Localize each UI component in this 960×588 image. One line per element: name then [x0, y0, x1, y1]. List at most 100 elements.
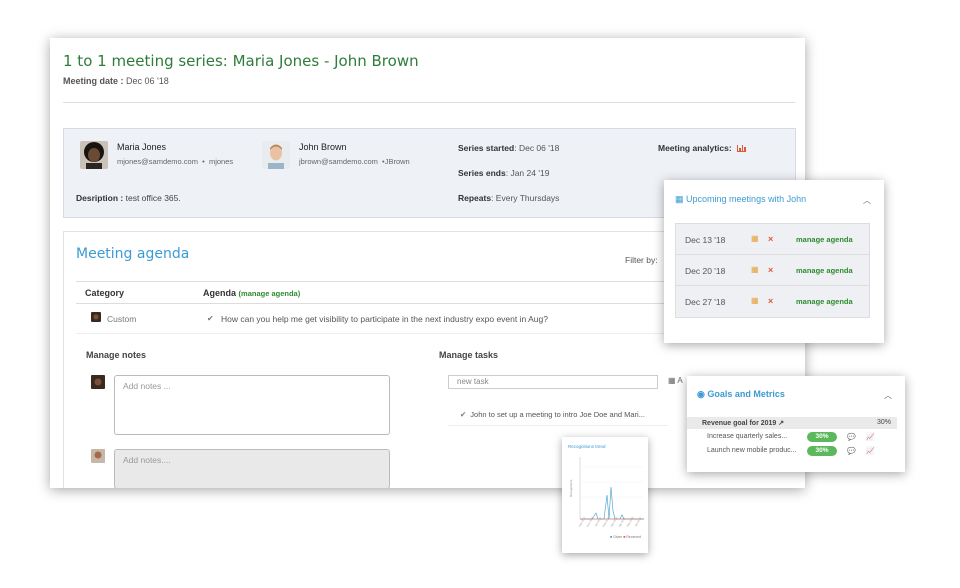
participant-name: John Brown: [299, 142, 347, 152]
table-row: Dec 27 '18 ▦ × manage agenda: [676, 286, 869, 317]
agenda-header-label: Agenda: [203, 288, 237, 298]
divider: [448, 425, 668, 426]
comment-icon[interactable]: 💬: [847, 433, 856, 441]
svg-text:Jan-2018: Jan-2018: [594, 516, 602, 527]
goals-title-text: Goals and Metrics: [707, 389, 785, 399]
new-task-input[interactable]: new task: [448, 375, 658, 389]
calendar-icon: ▦: [675, 194, 684, 204]
meeting-date: Meeting date : Dec 06 '18: [63, 76, 169, 86]
svg-text:Jun-2018: Jun-2018: [634, 516, 642, 527]
avatar: [91, 449, 105, 463]
goal-percent: 30%: [876, 419, 891, 426]
column-header-agenda: Agenda (manage agenda): [203, 288, 300, 298]
series-ends-label: Series ends: [458, 168, 506, 178]
meeting-date: Dec 13 '18: [685, 235, 726, 245]
notes-textarea-disabled: Add notes....: [114, 449, 390, 488]
manage-agenda-link[interactable]: (manage agenda): [239, 289, 301, 298]
task-date-control[interactable]: ▦ A: [668, 376, 683, 385]
series-ends-value: : Jan 24 '19: [505, 168, 550, 178]
calendar-icon[interactable]: ▦: [751, 265, 759, 274]
external-link-icon: ↗: [778, 420, 785, 427]
close-icon[interactable]: ×: [768, 265, 773, 275]
manage-notes-label: Manage notes: [86, 350, 147, 360]
participant-email: mjones@samdemo.com • mjones: [117, 157, 234, 166]
upcoming-meetings-table: Dec 13 '18 ▦ × manage agenda Dec 20 '18 …: [675, 223, 870, 318]
legend-swatch-given: ■: [610, 535, 613, 539]
check-icon[interactable]: ✔: [460, 410, 466, 419]
target-icon: ◉: [697, 389, 705, 399]
agenda-category: Custom: [107, 314, 137, 324]
upcoming-meetings-title: ▦ Upcoming meetings with John: [675, 194, 806, 205]
sub-goal-label: Launch new mobile produc...: [707, 447, 797, 454]
chevron-up-icon[interactable]: ︿: [884, 390, 892, 401]
chart-legend: ■ Given ■ Received: [610, 535, 641, 539]
avatar: [91, 375, 105, 389]
table-row: Dec 13 '18 ▦ × manage agenda: [676, 224, 869, 255]
participant-email: jbrown@samdemo.com •JBrown: [299, 157, 410, 166]
filter-by-label: Filter by:: [625, 255, 658, 265]
list-item: ✔ John to set up a meeting to intro Joe D…: [460, 410, 645, 419]
table-row: Dec 20 '18 ▦ × manage agenda: [676, 255, 869, 286]
task-text: John to set up a meeting to intro Joe Do…: [470, 410, 645, 419]
check-icon[interactable]: ✔: [207, 314, 214, 323]
manage-agenda-link[interactable]: manage agenda: [796, 235, 853, 244]
participant-handle: JBrown: [384, 157, 410, 166]
sub-goal-label: Increase quarterly sales...: [707, 433, 788, 440]
series-started: Series started: Dec 06 '18: [458, 143, 559, 153]
legend-given: Given: [613, 535, 623, 539]
series-repeats-label: Repeats: [458, 193, 492, 203]
meeting-date-value: Dec 06 '18: [126, 76, 169, 86]
series-repeats-value: : Every Thursdays: [491, 193, 560, 203]
series-ends: Series ends: Jan 24 '19: [458, 168, 549, 178]
upcoming-title-text: Upcoming meetings with John: [686, 194, 807, 204]
legend-received: Received: [626, 535, 641, 539]
goals-title: ◉ Goals and Metrics: [697, 389, 785, 400]
avatar[interactable]: [80, 141, 108, 169]
manage-agenda-link[interactable]: manage agenda: [796, 266, 853, 275]
series-started-label: Series started: [458, 143, 515, 153]
meeting-analytics: Meeting analytics:: [658, 143, 747, 153]
svg-text:Apr-2018: Apr-2018: [618, 517, 626, 528]
participant-email-address: jbrown@samdemo.com: [299, 157, 378, 166]
page-title: 1 to 1 meeting series: Maria Jones - Joh…: [63, 52, 419, 70]
task-extra-label: A: [677, 376, 683, 385]
progress-badge: 30%: [807, 446, 837, 456]
calendar-icon[interactable]: ▦: [751, 234, 759, 243]
manage-tasks-label: Manage tasks: [439, 350, 499, 360]
goal-label-text: Revenue goal for 2019: [702, 420, 777, 427]
calendar-icon: ▦: [668, 376, 676, 385]
upcoming-meetings-panel: ▦ Upcoming meetings with John ︿ Dec 13 '…: [664, 180, 884, 343]
comment-icon[interactable]: 💬: [847, 447, 856, 455]
chevron-up-icon[interactable]: ︿: [863, 195, 871, 206]
svg-text:Recognitions: Recognitions: [569, 479, 573, 497]
calendar-icon[interactable]: ▦: [751, 296, 759, 305]
avatar: [91, 312, 101, 322]
recognitions-trend-card: Recognitions trend Recognitions Nov-2017…: [562, 437, 648, 553]
meeting-analytics-label: Meeting analytics:: [658, 143, 732, 153]
description-label: Desription :: [76, 193, 124, 203]
column-header-category: Category: [85, 288, 125, 298]
participant-handle: mjones: [208, 157, 234, 166]
goal-row[interactable]: Revenue goal for 2019 ↗ 30%: [687, 417, 897, 429]
meeting-date: Dec 27 '18: [685, 297, 726, 307]
progress-badge: 30%: [807, 432, 837, 442]
agenda-item-text: How can you help me get visibility to pa…: [221, 314, 548, 324]
series-started-value: : Dec 06 '18: [514, 143, 560, 153]
close-icon[interactable]: ×: [768, 296, 773, 306]
meeting-date: Dec 20 '18: [685, 266, 726, 276]
participant-name: Maria Jones: [117, 142, 167, 152]
close-icon[interactable]: ×: [768, 234, 773, 244]
avatar[interactable]: [262, 141, 290, 169]
agenda-title: Meeting agenda: [76, 246, 190, 262]
series-repeats: Repeats: Every Thursdays: [458, 193, 559, 203]
trend-icon[interactable]: 📈: [866, 447, 875, 455]
trend-icon[interactable]: 📈: [866, 433, 875, 441]
given-series-line: [580, 486, 644, 520]
manage-agenda-link[interactable]: manage agenda: [796, 297, 853, 306]
participant-email-address: mjones@samdemo.com: [117, 157, 198, 166]
series-description: Desription : test office 365.: [76, 193, 181, 203]
goal-label: Revenue goal for 2019 ↗: [702, 419, 784, 427]
bar-chart-icon[interactable]: [737, 145, 747, 153]
notes-textarea[interactable]: Add notes ...: [114, 375, 390, 435]
goals-metrics-panel: ◉ Goals and Metrics ︿ Revenue goal for 2…: [687, 376, 905, 472]
